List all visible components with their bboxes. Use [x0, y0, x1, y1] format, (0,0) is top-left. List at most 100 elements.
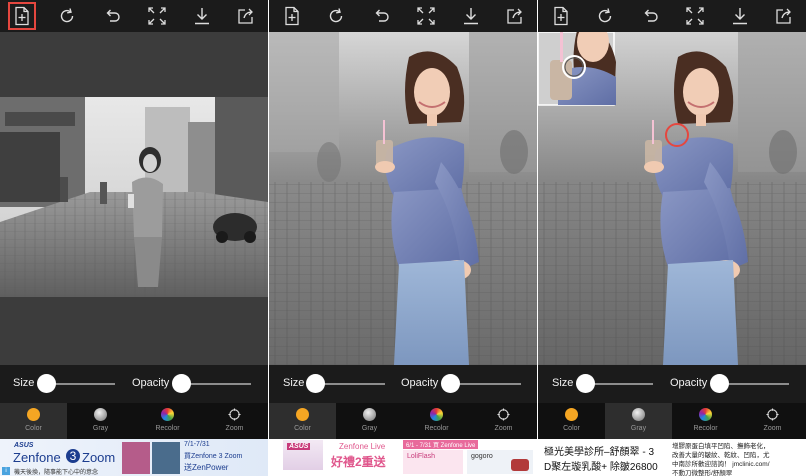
redo-icon: [329, 8, 343, 23]
color-mode-icon: [296, 408, 309, 421]
editor-panel-2: Size Opacity Color Gray Recolor Zoom ASU…: [269, 0, 537, 476]
photo-canvas[interactable]: [269, 32, 537, 365]
mode-recolor[interactable]: Recolor: [134, 403, 201, 439]
share-button[interactable]: [232, 2, 260, 30]
ad-line-2: D聚左璇乳酸+ 除皺26800: [544, 462, 658, 473]
fit-screen-button[interactable]: [681, 2, 709, 30]
opacity-slider-knob[interactable]: [441, 374, 460, 393]
ad-product-number: 3: [66, 449, 80, 463]
mode-label: Color: [294, 425, 311, 432]
photo-preview: [269, 32, 537, 365]
download-button[interactable]: [457, 2, 485, 30]
mode-label: Zoom: [225, 425, 244, 432]
new-file-icon: [554, 6, 568, 26]
mode-label: Zoom: [494, 425, 513, 432]
gray-mode-icon: [363, 408, 376, 421]
ad-banner[interactable]: ASUS Zenfone 3 Zoom 機天後換，隨事能下心中的意念 7/1-7…: [0, 439, 268, 476]
ad-banner[interactable]: ASUS Zenfone Live 好禮2重送 6/1 - 7/31 買 Zen…: [269, 439, 537, 476]
photo-canvas[interactable]: [538, 32, 806, 365]
mode-label: Gray: [361, 425, 378, 432]
redo-icon: [60, 8, 74, 23]
opacity-slider-knob[interactable]: [710, 374, 729, 393]
mode-label: Gray: [92, 425, 109, 432]
share-icon: [776, 8, 791, 24]
undo-icon: [106, 9, 120, 22]
new-file-button[interactable]: [547, 2, 575, 30]
mode-bar: Color Gray Recolor Zoom: [0, 403, 268, 439]
new-file-icon: [15, 6, 29, 26]
photo-canvas[interactable]: [0, 32, 268, 365]
mode-recolor[interactable]: Recolor: [403, 403, 470, 439]
photo-preview: [0, 97, 268, 297]
mode-gray[interactable]: Gray: [67, 403, 134, 439]
download-icon: [464, 8, 478, 25]
ad-date: 7/1-7/31: [184, 441, 210, 448]
redo-button[interactable]: [53, 2, 81, 30]
undo-button[interactable]: [98, 2, 126, 30]
download-icon: [733, 8, 747, 25]
ad-item-2: gogoro: [471, 453, 493, 460]
undo-icon: [375, 9, 389, 22]
redo-button[interactable]: [591, 2, 619, 30]
slider-bar: Size Opacity: [538, 365, 806, 403]
top-toolbar: [538, 0, 806, 32]
mode-label: Color: [25, 425, 42, 432]
download-button[interactable]: [726, 2, 754, 30]
undo-button[interactable]: [367, 2, 395, 30]
opacity-slider-knob[interactable]: [172, 374, 191, 393]
mode-recolor[interactable]: Recolor: [672, 403, 739, 439]
mode-zoom[interactable]: Zoom: [201, 403, 268, 439]
new-file-button[interactable]: [278, 2, 306, 30]
size-slider-knob[interactable]: [37, 374, 56, 393]
ad-line-1: 極光美學診所–舒顏翠 - 3: [544, 447, 655, 458]
mode-label: Color: [563, 425, 580, 432]
redo-button[interactable]: [322, 2, 350, 30]
mode-label: Zoom: [763, 425, 782, 432]
mode-zoom[interactable]: Zoom: [739, 403, 806, 439]
mode-color[interactable]: Color: [0, 403, 67, 439]
editor-panel-1: Size Opacity Color Gray Recolor Zoom ASU…: [0, 0, 268, 476]
zoom-mode-icon: [766, 408, 779, 421]
fit-screen-icon: [148, 7, 166, 25]
ad-banner[interactable]: 極光美學診所–舒顏翠 - 3 D聚左璇乳酸+ 除皺26800 增膠原蛋白填平凹陷…: [538, 439, 806, 476]
redo-icon: [598, 8, 612, 23]
download-button[interactable]: [188, 2, 216, 30]
gray-mode-icon: [94, 408, 107, 421]
color-mode-icon: [27, 408, 40, 421]
share-icon: [238, 8, 253, 24]
ad-brand: ASUS: [287, 443, 311, 450]
mode-zoom[interactable]: Zoom: [470, 403, 537, 439]
ad-date: 6/1 - 7/31 買 Zenfone Live: [403, 440, 479, 449]
ad-scooter-image: [511, 459, 529, 471]
size-label: Size: [13, 377, 35, 389]
new-file-button[interactable]: [8, 2, 36, 30]
photo-preview: [538, 32, 806, 365]
top-toolbar: [269, 0, 537, 32]
new-file-icon: [285, 6, 299, 26]
ad-info-icon[interactable]: i: [2, 467, 10, 475]
share-icon: [507, 8, 522, 24]
mode-label: Gray: [630, 425, 647, 432]
share-button[interactable]: [501, 2, 529, 30]
size-label: Size: [552, 377, 574, 389]
ad-phone-image: [122, 442, 150, 474]
fit-screen-icon: [686, 7, 704, 25]
mode-label: Recolor: [424, 425, 449, 432]
size-slider-knob[interactable]: [306, 374, 325, 393]
mode-gray[interactable]: Gray: [605, 403, 672, 439]
undo-button[interactable]: [636, 2, 664, 30]
gray-mode-icon: [632, 408, 645, 421]
size-slider-knob[interactable]: [576, 374, 595, 393]
mode-gray[interactable]: Gray: [336, 403, 403, 439]
opacity-label: Opacity: [132, 377, 170, 389]
top-toolbar: [0, 0, 268, 32]
size-label: Size: [283, 377, 305, 389]
fit-screen-button[interactable]: [412, 2, 440, 30]
mode-color[interactable]: Color: [538, 403, 605, 439]
ad-product-main: Zenfone Live: [339, 442, 386, 451]
mode-color[interactable]: Color: [269, 403, 336, 439]
ad-product-word: Zoom: [82, 450, 116, 465]
share-button[interactable]: [770, 2, 798, 30]
fit-screen-button[interactable]: [143, 2, 171, 30]
ad-item-1: LoliFlash: [407, 453, 436, 460]
